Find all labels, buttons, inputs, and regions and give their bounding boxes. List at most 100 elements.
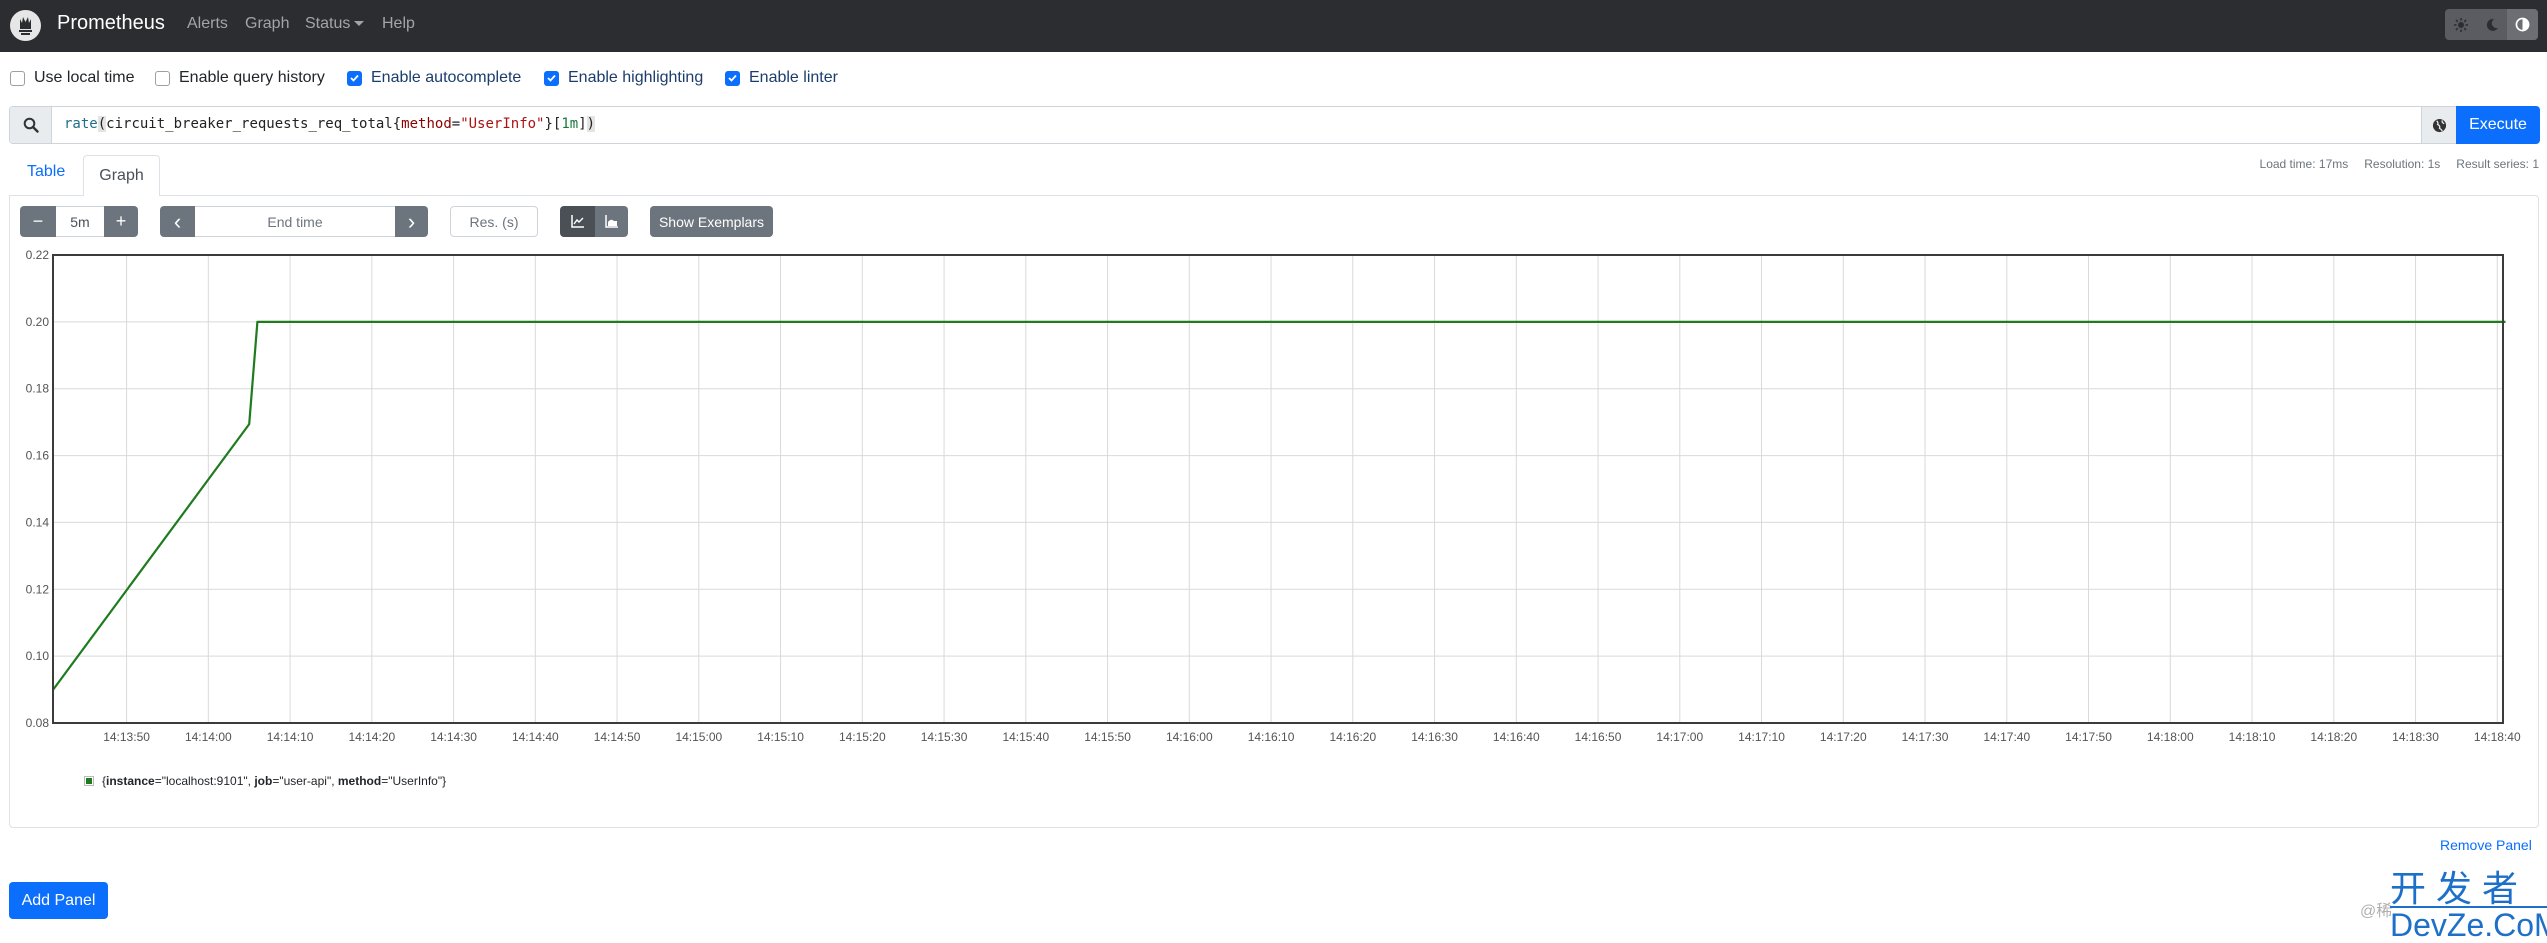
legend-swatch[interactable] bbox=[84, 776, 94, 786]
legend-item[interactable]: {instance="localhost:9101", job="user-ap… bbox=[102, 774, 446, 788]
option-label: Enable highlighting bbox=[568, 69, 704, 86]
x-tick-label: 14:17:20 bbox=[1820, 730, 1867, 744]
load-time: Load time: 17ms bbox=[2259, 157, 2349, 171]
show-exemplars-button[interactable]: Show Exemplars bbox=[650, 206, 773, 237]
nav-status-label: Status bbox=[305, 15, 351, 32]
token-brace: { bbox=[392, 116, 402, 132]
x-tick-label: 14:17:10 bbox=[1738, 730, 1785, 744]
line-chart-button[interactable] bbox=[560, 206, 595, 237]
x-tick-label: 14:15:20 bbox=[839, 730, 886, 744]
option-label: Enable linter bbox=[749, 69, 838, 86]
query-input[interactable]: rate(circuit_breaker_requests_req_total{… bbox=[64, 116, 596, 132]
x-tick-label: 14:17:30 bbox=[1902, 730, 1949, 744]
stacked-chart-button[interactable] bbox=[595, 206, 628, 237]
end-time-input[interactable]: End time bbox=[195, 206, 395, 237]
theme-light-button[interactable] bbox=[2445, 9, 2476, 40]
sun-icon bbox=[2453, 17, 2468, 32]
check-icon bbox=[728, 74, 737, 82]
plot-frame bbox=[52, 254, 2504, 724]
token-label-name: method bbox=[401, 116, 452, 132]
token-metric: circuit_breaker_requests_req_total bbox=[106, 116, 393, 132]
option-enable-query-history[interactable]: Enable query history bbox=[155, 67, 325, 89]
x-tick-label: 14:14:00 bbox=[185, 730, 232, 744]
x-tick-label: 14:18:40 bbox=[2474, 730, 2521, 744]
y-tick-label: 0.20 bbox=[26, 315, 50, 329]
x-tick-label: 14:14:30 bbox=[430, 730, 477, 744]
x-tick-label: 14:17:40 bbox=[1983, 730, 2030, 744]
end-time-next-button[interactable]: › bbox=[395, 206, 428, 237]
watermark-prefix: @稀 bbox=[2360, 903, 2393, 920]
token-bracket: ] bbox=[578, 116, 587, 132]
checkbox[interactable] bbox=[10, 70, 25, 86]
x-tick-label: 14:18:20 bbox=[2310, 730, 2357, 744]
option-use-local-time[interactable]: Use local time bbox=[10, 67, 134, 89]
execute-button[interactable]: Execute bbox=[2456, 106, 2540, 144]
tab-table[interactable]: Table bbox=[27, 163, 65, 181]
y-tick-label: 0.16 bbox=[26, 449, 50, 463]
resolution: Resolution: 1s bbox=[2364, 157, 2441, 171]
legend-label-value: "user-api" bbox=[279, 774, 332, 788]
y-tick-label: 0.14 bbox=[26, 515, 50, 529]
x-tick-label: 14:16:10 bbox=[1248, 730, 1295, 744]
x-tick-label: 14:18:10 bbox=[2229, 730, 2276, 744]
checkbox-checked[interactable] bbox=[544, 70, 559, 86]
checkbox-checked[interactable] bbox=[725, 70, 740, 86]
range-decrease-button[interactable]: − bbox=[20, 206, 56, 237]
x-tick-label: 14:16:20 bbox=[1329, 730, 1376, 744]
option-label: Enable query history bbox=[179, 69, 325, 86]
contrast-icon bbox=[2515, 17, 2530, 32]
theme-auto-button[interactable] bbox=[2507, 9, 2538, 40]
x-tick-label: 14:15:30 bbox=[921, 730, 968, 744]
x-gridlines bbox=[126, 255, 2498, 723]
x-tick-label: 14:14:10 bbox=[267, 730, 314, 744]
watermark-en: DevZe.CoM bbox=[2390, 906, 2547, 942]
nav-graph[interactable]: Graph bbox=[245, 15, 289, 33]
prometheus-logo-icon[interactable] bbox=[10, 10, 41, 41]
token-paren: ) bbox=[586, 116, 596, 132]
x-tick-label: 14:16:30 bbox=[1411, 730, 1458, 744]
x-tick-label: 14:18:30 bbox=[2392, 730, 2439, 744]
x-tick-label: 14:14:20 bbox=[348, 730, 395, 744]
x-tick-label: 14:17:00 bbox=[1656, 730, 1703, 744]
query-bar: rate(circuit_breaker_requests_req_total{… bbox=[9, 106, 2540, 144]
resolution-input[interactable]: Res. (s) bbox=[450, 206, 538, 237]
range-increase-button[interactable]: + bbox=[104, 206, 138, 237]
x-tick-label: 14:15:10 bbox=[757, 730, 804, 744]
x-tick-label: 14:15:00 bbox=[675, 730, 722, 744]
option-enable-autocomplete[interactable]: Enable autocomplete bbox=[347, 67, 521, 89]
remove-panel-link[interactable]: Remove Panel bbox=[2440, 837, 2532, 853]
tab-graph[interactable]: Graph bbox=[83, 155, 160, 196]
option-label: Enable autocomplete bbox=[371, 69, 522, 86]
line-chart-icon bbox=[570, 215, 584, 228]
checkbox-checked[interactable] bbox=[347, 70, 362, 86]
option-enable-highlighting[interactable]: Enable highlighting bbox=[544, 67, 703, 89]
metrics-explorer-button[interactable] bbox=[2421, 107, 2456, 143]
token-brace: } bbox=[544, 116, 553, 132]
legend-label-key: instance bbox=[106, 774, 155, 788]
token-duration: 1m bbox=[561, 116, 579, 132]
legend-label-value: "localhost:9101" bbox=[161, 774, 248, 788]
navbar: Prometheus Alerts Graph Status Help bbox=[0, 0, 2547, 52]
add-panel-button[interactable]: Add Panel bbox=[9, 882, 108, 919]
nav-help[interactable]: Help bbox=[382, 15, 415, 33]
result-series: Result series: 1 bbox=[2456, 157, 2539, 171]
legend-label-key: job bbox=[254, 774, 273, 788]
x-tick-label: 14:18:00 bbox=[2147, 730, 2194, 744]
checkbox[interactable] bbox=[155, 70, 170, 86]
nav-status[interactable]: Status bbox=[305, 15, 365, 33]
y-tick-label: 0.12 bbox=[26, 582, 50, 596]
y-tick-label: 0.18 bbox=[26, 382, 50, 396]
y-tick-label: 0.10 bbox=[26, 649, 50, 663]
y-axis-ticks: 0.08 0.10 0.12 0.14 0.16 0.18 0.20 0.22 bbox=[26, 248, 50, 730]
legend-label-value: "UserInfo" bbox=[388, 774, 443, 788]
range-input[interactable]: 5m bbox=[56, 206, 104, 237]
nav-alerts[interactable]: Alerts bbox=[187, 15, 228, 33]
brand-title[interactable]: Prometheus bbox=[57, 12, 165, 35]
x-axis-ticks: 14:13:50 14:14:00 14:14:10 14:14:20 14:14:30… bbox=[103, 730, 2521, 744]
caret-down-icon bbox=[354, 21, 365, 27]
check-icon bbox=[350, 74, 359, 82]
y-tick-label: 0.08 bbox=[26, 716, 50, 730]
theme-dark-button[interactable] bbox=[2476, 9, 2507, 40]
option-enable-linter[interactable]: Enable linter bbox=[725, 67, 838, 89]
end-time-prev-button[interactable]: ‹ bbox=[160, 206, 195, 237]
